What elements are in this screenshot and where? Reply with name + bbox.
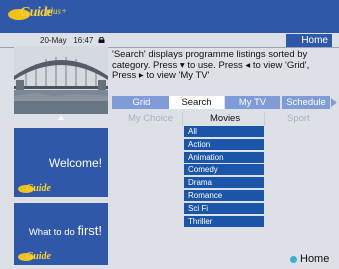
lock-icon <box>98 37 105 43</box>
time-text: 16:47 <box>73 36 94 45</box>
svg-text:Guide: Guide <box>26 183 52 194</box>
scroll-up-arrow-icon[interactable] <box>58 116 64 120</box>
home-button-dot-icon[interactable] <box>290 256 297 263</box>
subtab-divider <box>182 112 183 126</box>
subtab-divider <box>264 112 265 126</box>
tab-schedule[interactable]: Schedule <box>282 96 330 109</box>
subtab-movies[interactable]: Movies <box>210 113 240 124</box>
home-button[interactable]: Home <box>300 253 329 265</box>
list-item[interactable]: Comedy <box>184 164 264 176</box>
svg-text:Guide: Guide <box>26 251 52 262</box>
guideplus-logo-icon: Guide <box>18 251 52 262</box>
tab-my-tv[interactable]: My TV <box>225 96 280 109</box>
list-item[interactable]: Drama <box>184 177 264 189</box>
tab-search[interactable]: Search <box>169 96 224 109</box>
date-time: 20-May 16:47 <box>40 36 93 45</box>
guideplus-logo-icon: Guide <box>18 183 52 194</box>
home-tab-label[interactable]: Home <box>286 34 332 47</box>
date-text: 20-May <box>40 36 67 45</box>
list-item[interactable]: Thriller <box>184 215 264 227</box>
welcome-panel[interactable]: Welcome! Guide <box>14 128 108 197</box>
what-to-do-first-panel[interactable]: What to do first! Guide <box>14 203 108 265</box>
list-item[interactable]: All <box>184 126 264 137</box>
search-help-text: 'Search' displays programme listings sor… <box>112 49 310 81</box>
subtab-my-choice[interactable]: My Choice <box>128 113 173 124</box>
programme-preview-image <box>14 46 108 114</box>
list-item[interactable]: Action <box>184 138 264 150</box>
main-tabs: Grid Search My TV Schedule <box>112 96 338 109</box>
chevron-right-icon[interactable] <box>331 98 337 107</box>
list-item[interactable]: Sci Fi <box>184 202 264 214</box>
tab-grid[interactable]: Grid <box>112 96 171 109</box>
category-list: All Action Animation Comedy Drama Romanc… <box>184 126 264 228</box>
list-item[interactable]: Animation <box>184 151 264 163</box>
list-item[interactable]: Romance <box>184 189 264 201</box>
subtab-sport[interactable]: Sport <box>287 113 310 124</box>
guideplus-logo: Guide plus+ <box>8 5 67 23</box>
